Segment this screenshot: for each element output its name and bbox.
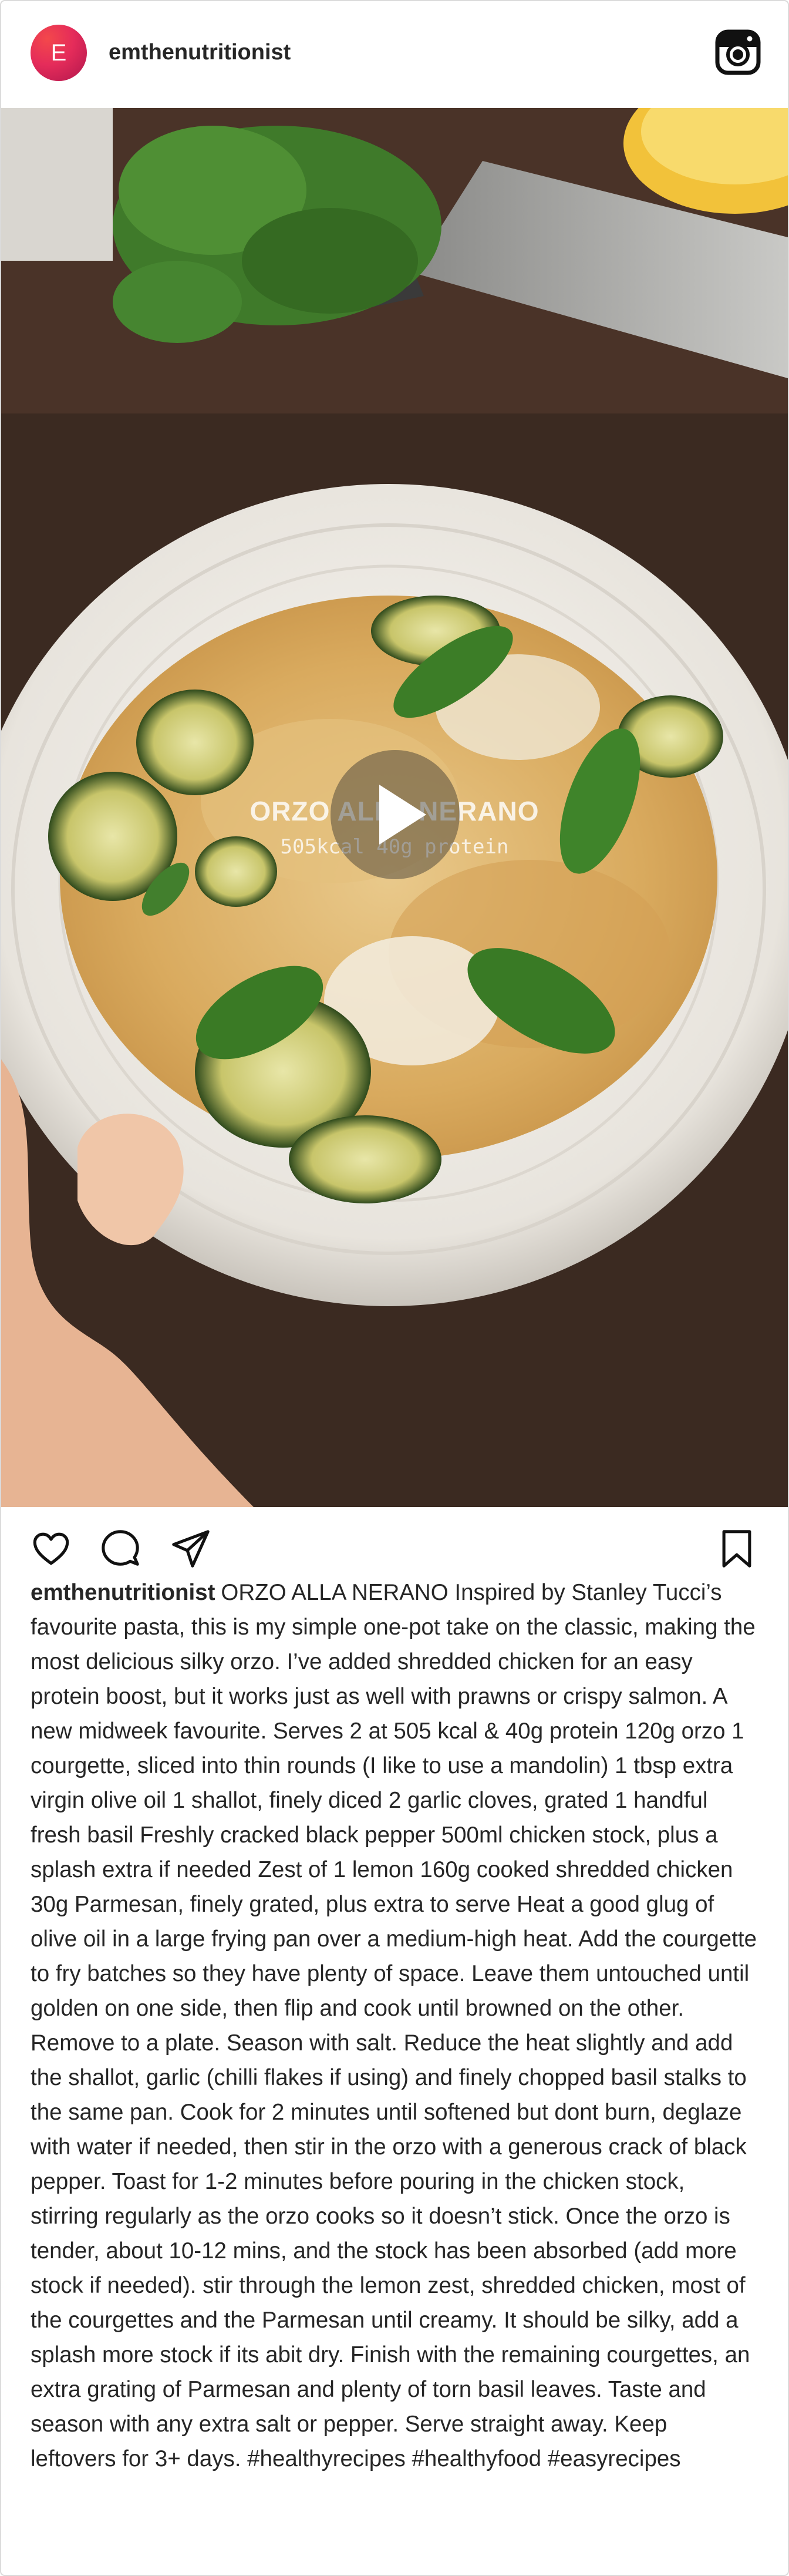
share-icon[interactable]: [170, 1528, 211, 1569]
instagram-post-card: E emthenutritionist ORZO NERANO 505kcal …: [0, 0, 789, 2576]
comment-icon[interactable]: [100, 1528, 141, 1569]
bookmark-icon[interactable]: [716, 1528, 757, 1569]
post-header: E emthenutritionist: [1, 1, 788, 107]
caption-username[interactable]: emthenutritionist: [31, 1580, 215, 1605]
username-link[interactable]: emthenutritionist: [109, 40, 291, 65]
instagram-icon[interactable]: [715, 29, 761, 75]
heart-icon[interactable]: [31, 1528, 72, 1569]
avatar-initial: E: [50, 39, 67, 66]
post-caption: emthenutritionist ORZO ALLA NERANO Inspir…: [31, 1575, 758, 2476]
post-video[interactable]: ORZO ALLA NERANO 505kcal 40g protein: [1, 108, 788, 1507]
action-bar: [1, 1507, 788, 1583]
avatar[interactable]: E: [31, 25, 87, 81]
play-icon[interactable]: [329, 748, 461, 881]
caption-text: ORZO ALLA NERANO Inspired by Stanley Tuc…: [31, 1580, 757, 2471]
